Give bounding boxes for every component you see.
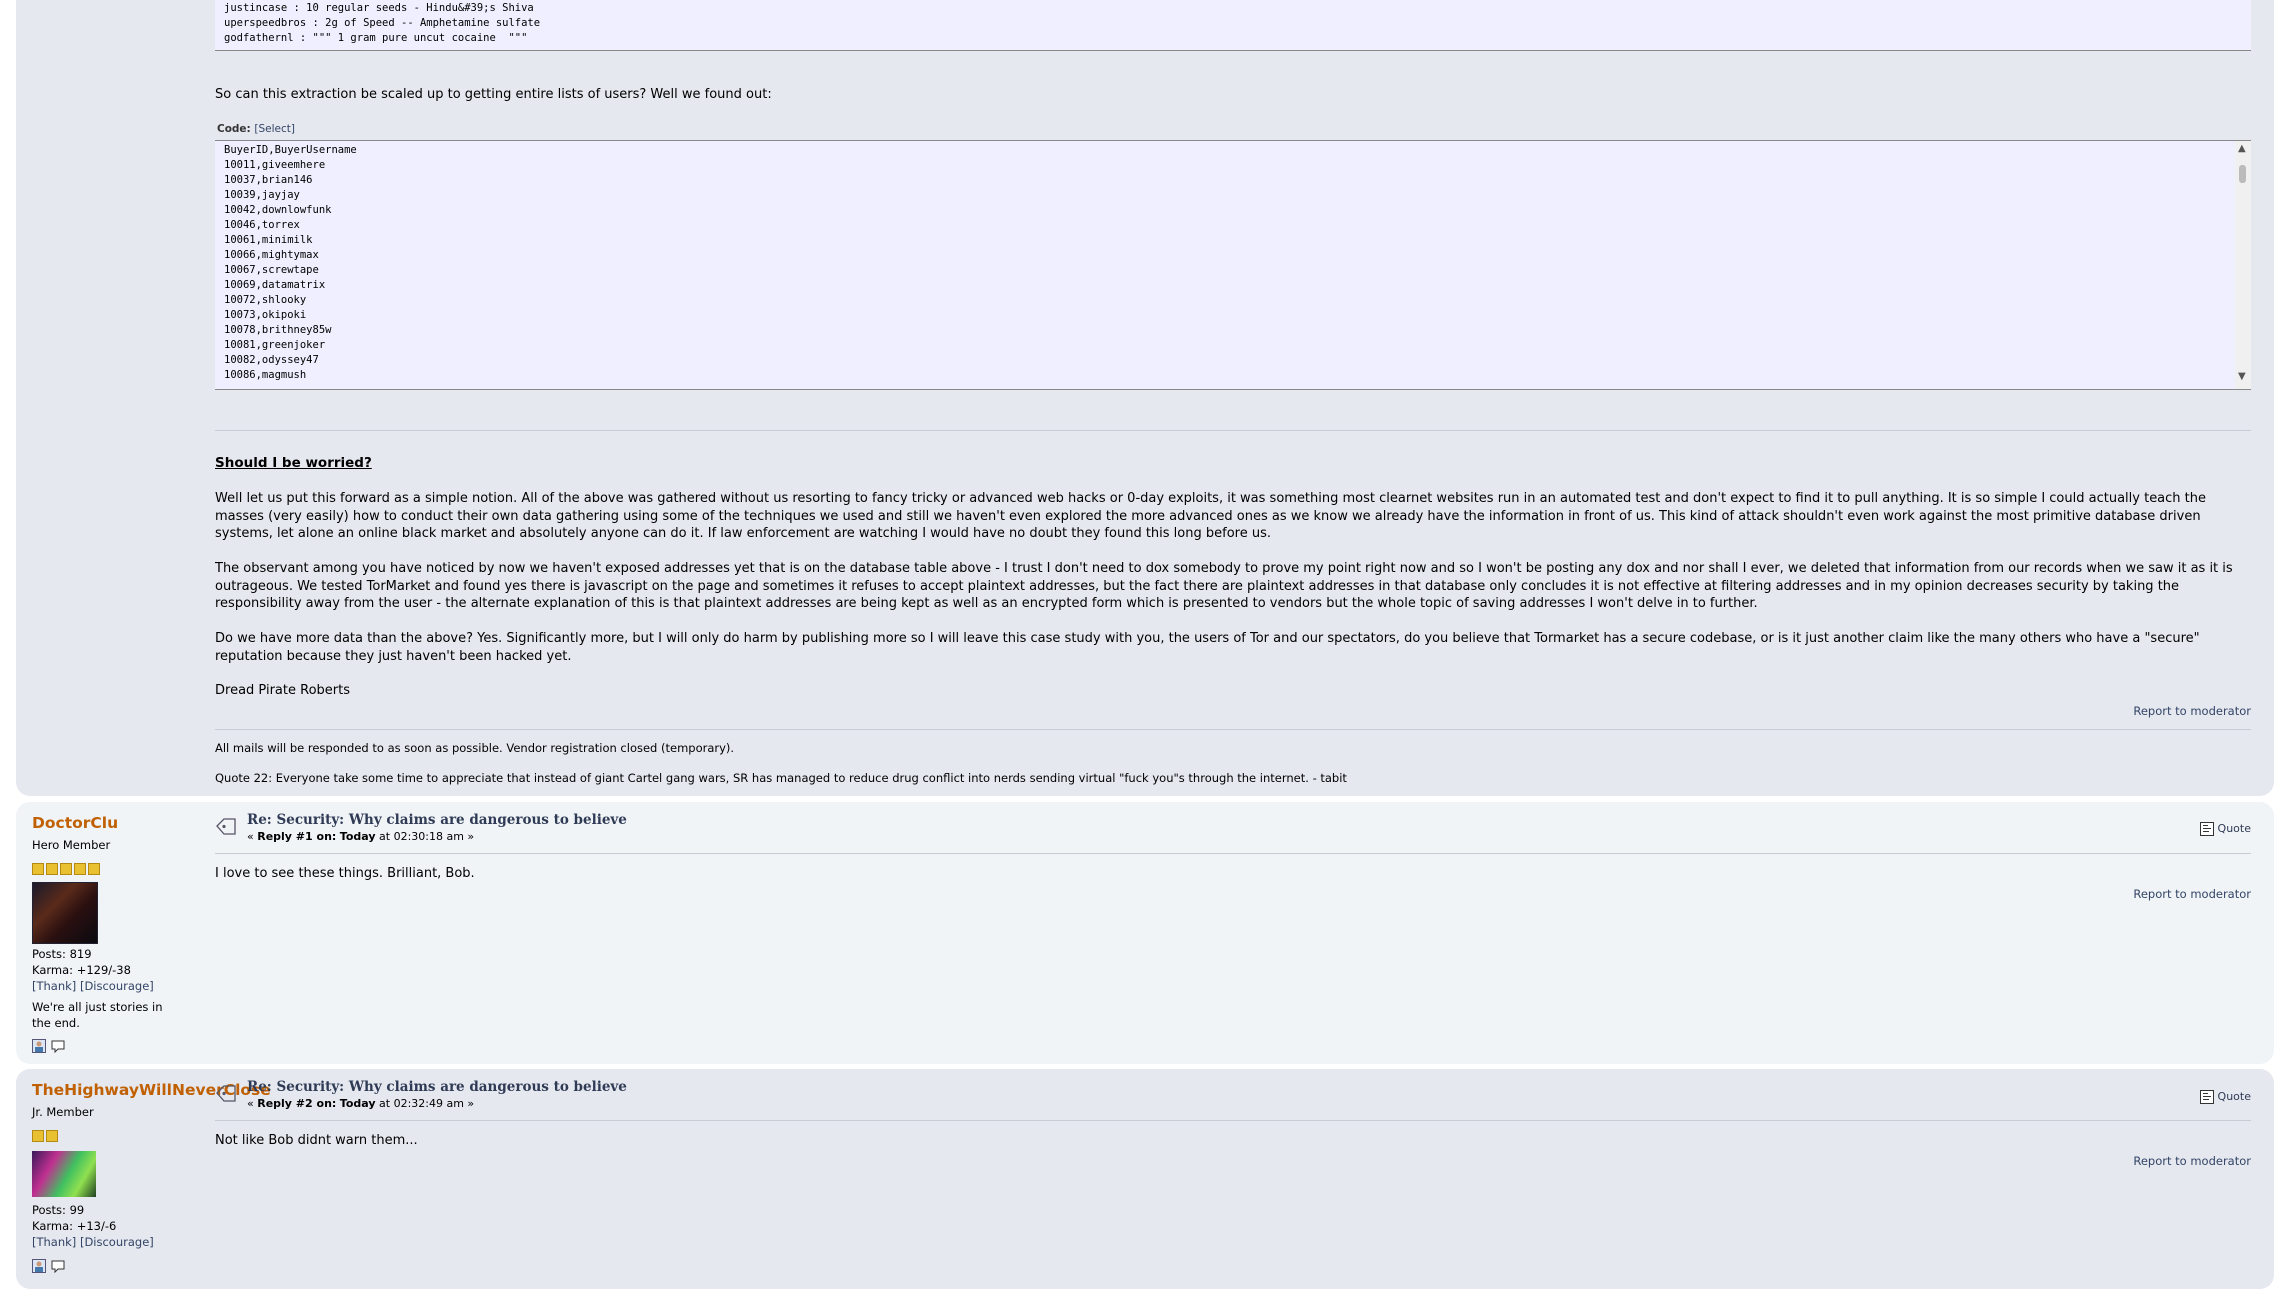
post-paragraph: Do we have more data than the above? Yes… xyxy=(215,631,2200,664)
reply-day: Today xyxy=(339,1097,376,1110)
post-divider xyxy=(215,1120,2251,1121)
code-box[interactable]: BuyerID,BuyerUsername 10011,giveemhere 100… xyxy=(215,140,2251,390)
discourage-link[interactable]: [Discourage] xyxy=(80,1235,154,1249)
profile-icon[interactable] xyxy=(32,1258,46,1273)
code-line: 10078,brithney85w xyxy=(224,324,332,336)
member-rank: Jr. Member xyxy=(32,1105,94,1119)
divider xyxy=(215,430,2251,431)
quote-label: Quote xyxy=(2217,1090,2251,1103)
signature-line: Quote 22: Everyone take some time to app… xyxy=(215,771,1347,785)
poster-icons xyxy=(32,1255,65,1274)
personal-text: We're all just stories in the end. xyxy=(32,1000,163,1030)
post-body: Not like Bob didnt warn them... xyxy=(215,1133,418,1148)
reply-time: at 02:30:18 am » xyxy=(375,830,475,843)
code-line: uperspeedbros : 2g of Speed -- Amphetami… xyxy=(224,17,541,29)
signature-line: All mails will be responded to as soon a… xyxy=(215,741,735,755)
post-heading: Should I be worried? xyxy=(215,455,372,471)
message-icon[interactable] xyxy=(51,1259,65,1273)
code-line: 10067,screwtape xyxy=(224,264,319,276)
top-code-block: justincase : 10 regular seeds - Hindu&#3… xyxy=(215,0,2251,51)
code-scrollbar[interactable]: ▲ ▼ xyxy=(2235,141,2251,389)
poster-name-link[interactable]: DoctorClu xyxy=(32,814,118,832)
quote-icon xyxy=(2200,822,2215,836)
scroll-thumb[interactable] xyxy=(2239,165,2246,183)
code-line: godfathernl : """ 1 gram pure uncut coca… xyxy=(224,32,528,44)
code-line: 10042,downlowfunk xyxy=(224,204,332,216)
poster-stats: Posts: 819 Karma: +129/-38 [Thank] [Disc… xyxy=(32,946,182,1031)
star-icon xyxy=(32,1130,44,1142)
star-icon xyxy=(88,863,100,875)
reply-time: at 02:32:49 am » xyxy=(375,1097,475,1110)
quote-button[interactable]: Quote xyxy=(2200,1090,2251,1104)
discourage-link[interactable]: [Discourage] xyxy=(80,979,154,993)
signature-divider xyxy=(215,729,2251,730)
post-divider xyxy=(215,853,2251,854)
quote-label: Quote xyxy=(2217,822,2251,835)
reply-info: « Reply #1 on: Today at 02:30:18 am » xyxy=(247,830,474,843)
post-1-window xyxy=(16,0,2274,796)
message-icon[interactable] xyxy=(51,1039,65,1053)
reply-info: « Reply #2 on: Today at 02:32:49 am » xyxy=(247,1097,474,1110)
reply-prefix: « xyxy=(247,830,258,843)
code-select-link[interactable]: [Select] xyxy=(254,123,295,135)
profile-icon[interactable] xyxy=(32,1038,46,1053)
code-line: 10081,greenjoker xyxy=(224,339,326,351)
report-to-moderator-link[interactable]: Report to moderator xyxy=(2133,1154,2251,1168)
code-line: 10011,giveemhere xyxy=(224,159,326,171)
avatar xyxy=(32,882,98,944)
post-paragraph: Well let us put this forward as a simple… xyxy=(215,491,2207,541)
post-signoff: Dread Pirate Roberts xyxy=(215,683,350,698)
code-line: 10082,odyssey47 xyxy=(224,354,319,366)
star-icon xyxy=(46,1130,58,1142)
thank-link[interactable]: [Thank] xyxy=(32,1235,76,1249)
star-icon xyxy=(60,863,72,875)
code-line: 10037,brian146 xyxy=(224,174,313,186)
reply-number: Reply #1 on: xyxy=(257,830,337,843)
code-lines: BuyerID,BuyerUsername 10011,giveemhere 100… xyxy=(224,143,357,383)
post-subject-link[interactable]: Re: Security: Why claims are dangerous t… xyxy=(247,812,627,828)
topic-icon xyxy=(216,818,236,835)
member-rank: Hero Member xyxy=(32,838,111,852)
code-header: Code: [Select] xyxy=(217,123,295,135)
rank-stars xyxy=(32,1127,60,1146)
code-line: 10039,jayjay xyxy=(224,189,300,201)
code-line: 10072,shlooky xyxy=(224,294,307,306)
karma: Karma: +13/-6 xyxy=(32,1219,117,1233)
topic-icon xyxy=(216,1085,236,1102)
post-count: Posts: 99 xyxy=(32,1203,85,1217)
poster-stats: Posts: 99 Karma: +13/-6 [Thank] [Discour… xyxy=(32,1202,154,1250)
post-paragraph: The observant among you have noticed by … xyxy=(215,561,2233,611)
post-subject-link[interactable]: Re: Security: Why claims are dangerous t… xyxy=(247,1079,627,1095)
star-icon xyxy=(32,863,44,875)
code-line: 10061,minimilk xyxy=(224,234,313,246)
code-line: 10046,torrex xyxy=(224,219,300,231)
code-line: justincase : 10 regular seeds - Hindu&#3… xyxy=(224,2,534,14)
post-body: I love to see these things. Brilliant, B… xyxy=(215,866,475,881)
report-to-moderator-link[interactable]: Report to moderator xyxy=(2133,887,2251,901)
thank-link[interactable]: [Thank] xyxy=(32,979,76,993)
intro-text: So can this extraction be scaled up to g… xyxy=(215,87,772,102)
poster-icons xyxy=(32,1035,65,1054)
report-to-moderator-link[interactable]: Report to moderator xyxy=(2133,704,2251,718)
reply-number: Reply #2 on: xyxy=(257,1097,337,1110)
code-label: Code: xyxy=(217,123,251,135)
quote-icon xyxy=(2200,1090,2215,1104)
quote-button[interactable]: Quote xyxy=(2200,822,2251,836)
star-icon xyxy=(74,863,86,875)
code-line: 10069,datamatrix xyxy=(224,279,326,291)
code-line: BuyerID,BuyerUsername xyxy=(224,144,357,156)
reply-prefix: « xyxy=(247,1097,258,1110)
scroll-down-arrow-icon[interactable]: ▼ xyxy=(2238,371,2246,382)
code-line: 10066,mightymax xyxy=(224,249,319,261)
code-line: 10086,magmush xyxy=(224,369,307,381)
rank-stars xyxy=(32,860,102,879)
avatar xyxy=(32,1151,96,1197)
code-line: 10073,okipoki xyxy=(224,309,307,321)
reply-day: Today xyxy=(339,830,376,843)
karma: Karma: +129/-38 xyxy=(32,963,131,977)
star-icon xyxy=(46,863,58,875)
scroll-up-arrow-icon[interactable]: ▲ xyxy=(2238,143,2246,154)
post-count: Posts: 819 xyxy=(32,947,92,961)
